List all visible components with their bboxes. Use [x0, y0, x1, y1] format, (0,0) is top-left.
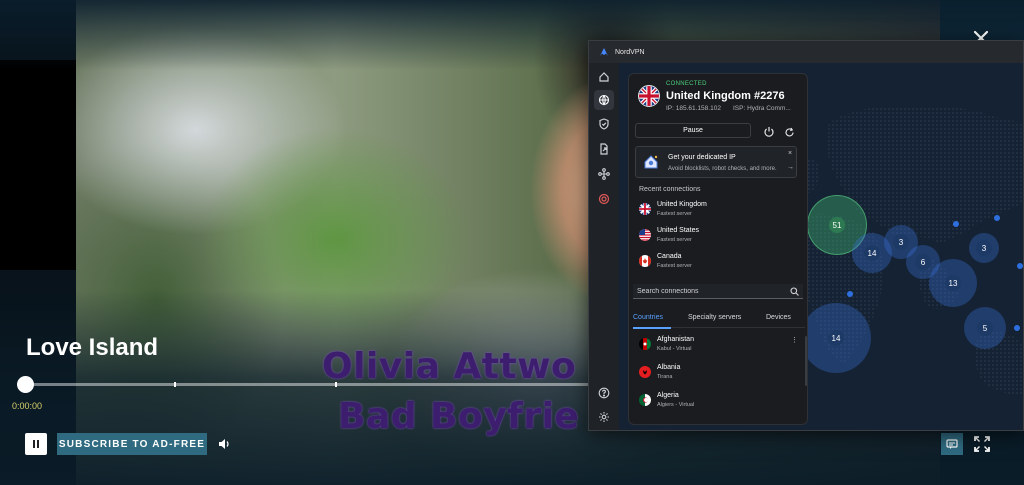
refresh-icon[interactable] [784, 125, 795, 137]
globe-icon[interactable] [594, 90, 614, 110]
country-item-name: Afghanistan [657, 336, 694, 343]
server-tabs: Countries Specialty servers Devices [633, 312, 805, 329]
recent-item-name: Canada [657, 253, 682, 260]
settings-gear-icon[interactable] [596, 409, 612, 425]
vpn-app-name: NordVPN [615, 48, 645, 56]
uk-flag-icon [638, 85, 660, 107]
connection-status: CONNECTED [666, 81, 707, 87]
map-bubble[interactable]: 3 [969, 233, 999, 263]
file-share-icon[interactable] [596, 141, 612, 157]
server-name: United Kingdom #2276 [666, 90, 785, 102]
video-caption-line-1: Olivia Attwo [322, 346, 577, 387]
promo-arrow-icon[interactable]: → [787, 164, 794, 171]
show-title: Love Island [26, 334, 159, 361]
current-time: 0:00:00 [12, 401, 43, 411]
map-bubble-count: 6 [915, 254, 931, 270]
tab-countries[interactable]: Countries [633, 314, 663, 321]
recent-item-united-states[interactable]: United States Fastest server [639, 225, 799, 247]
nordvpn-logo-icon [600, 48, 608, 56]
map-bubble-count: 13 [945, 275, 961, 291]
country-item-albania[interactable]: Albania Tirana [639, 361, 799, 385]
recent-item-united-kingdom[interactable]: United Kingdom Fastest server [639, 199, 799, 221]
promo-subtitle: Avoid blocklists, robot checks, and more… [668, 166, 777, 172]
search-icon[interactable] [790, 287, 799, 296]
map-bubble-count: 14 [864, 245, 880, 261]
recent-connections-title: Recent connections [639, 186, 701, 193]
recent-item-name: United States [657, 227, 700, 234]
tab-devices[interactable]: Devices [766, 314, 791, 321]
volume-icon[interactable] [217, 437, 231, 451]
server-ip: IP: 185.61.158.102 [666, 105, 721, 112]
panel-scrollbar[interactable] [805, 336, 807, 386]
us-flag-icon [639, 229, 651, 241]
letterbox-left-dark [0, 60, 76, 270]
country-item-algeria[interactable]: Algeria Algiers - Virtual [639, 389, 799, 413]
country-item-name: Algeria [657, 392, 679, 399]
map-bubble-count: 3 [976, 240, 992, 256]
canada-flag-icon [639, 255, 651, 267]
threat-protection-icon[interactable] [596, 191, 612, 207]
uk-flag-icon [639, 203, 651, 215]
pause-button[interactable] [25, 433, 47, 455]
ad-marker [335, 382, 337, 387]
promo-close-icon[interactable]: × [788, 150, 792, 157]
recent-item-sub: Fastest server [657, 237, 692, 243]
algeria-flag-icon [639, 394, 651, 406]
map-bubble-count: 51 [829, 217, 845, 233]
map-bubble[interactable]: 5 [964, 307, 1006, 349]
meshnet-icon[interactable] [596, 166, 612, 182]
pause-vpn-button[interactable]: Pause [635, 123, 751, 138]
captions-button[interactable] [941, 433, 963, 455]
ad-marker [174, 382, 176, 387]
nordvpn-window: NordVPN 51 14 3 6 3 14 13 5 CONNECTED Un… [588, 40, 1024, 431]
recent-item-name: United Kingdom [657, 201, 707, 208]
subscribe-button[interactable]: SUBSCRIBE TO AD-FREE [57, 433, 207, 455]
video-caption-line-2: Bad Boyfrie [338, 396, 580, 437]
search-box[interactable] [633, 284, 803, 299]
video-player: Olivia Attwo Bad Boyfrie Love Island 0:0… [0, 0, 1024, 485]
country-item-sub: Algiers - Virtual [657, 402, 695, 408]
map-bubble-count: 5 [977, 320, 993, 336]
pause-icon [33, 440, 35, 448]
map-server-dot[interactable] [953, 221, 959, 227]
home-icon[interactable] [596, 69, 612, 85]
map-server-dot[interactable] [847, 291, 853, 297]
progress-bar[interactable] [25, 382, 590, 387]
captions-icon [946, 439, 958, 449]
active-tab-indicator [633, 327, 671, 329]
vpn-sidebar [589, 63, 619, 430]
albania-flag-icon [639, 366, 651, 378]
more-options-icon[interactable]: ⋮ [791, 336, 798, 344]
map-bubble[interactable]: 14 [801, 303, 871, 373]
map-server-dot[interactable] [1014, 325, 1020, 331]
recent-item-sub: Fastest server [657, 263, 692, 269]
map-server-dot[interactable] [1017, 263, 1023, 269]
map-bubble-count: 3 [893, 234, 909, 250]
vpn-titlebar: NordVPN [589, 41, 1023, 63]
progress-handle[interactable] [17, 376, 34, 393]
country-item-sub: Tirana [657, 374, 673, 380]
connection-panel: CONNECTED United Kingdom #2276 IP: 185.6… [628, 73, 808, 425]
shield-icon[interactable] [596, 116, 612, 132]
dedicated-ip-promo[interactable]: Get your dedicated IP Avoid blocklists, … [635, 146, 797, 178]
recent-item-canada[interactable]: Canada Fastest server [639, 251, 799, 273]
house-ip-icon [644, 155, 658, 169]
pause-icon-bar [37, 440, 39, 448]
power-icon[interactable] [763, 125, 775, 137]
map-server-dot[interactable] [994, 215, 1000, 221]
fullscreen-icon[interactable] [973, 435, 991, 453]
country-item-name: Albania [657, 364, 681, 371]
afghanistan-flag-icon [639, 338, 651, 350]
country-item-sub: Kabul - Virtual [657, 346, 692, 352]
map-bubble[interactable]: 13 [929, 259, 977, 307]
search-input[interactable] [637, 286, 787, 297]
promo-title: Get your dedicated IP [668, 154, 736, 161]
country-item-afghanistan[interactable]: Afghanistan Kabul - Virtual [639, 333, 799, 357]
recent-item-sub: Fastest server [657, 211, 692, 217]
server-isp: ISP: Hydra Comm... [733, 105, 791, 112]
map-bubble-count: 14 [828, 330, 844, 346]
help-icon[interactable] [596, 385, 612, 401]
tab-specialty-servers[interactable]: Specialty servers [688, 314, 741, 321]
